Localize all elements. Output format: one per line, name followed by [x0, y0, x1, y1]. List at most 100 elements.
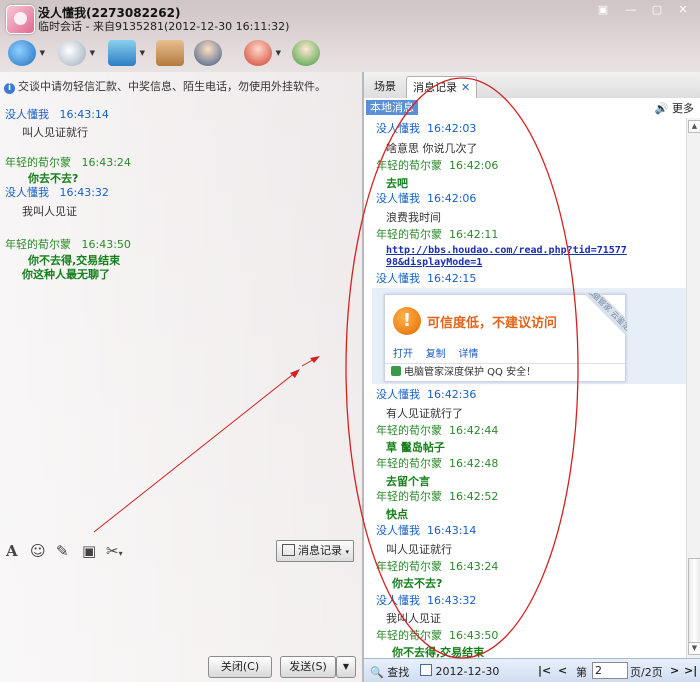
speaker-icon: 🔊	[654, 102, 669, 115]
history-header: 没人懂我 16:43:32	[376, 594, 477, 607]
url-warning-card: ! 可信度低，不建议访问 打开 复制 详情 电脑管家深度保护 QQ 安全！ 电脑…	[384, 293, 627, 382]
send-options-button[interactable]: ▼	[336, 656, 356, 678]
warning-actions: 打开 复制 详情	[393, 345, 478, 360]
message-header: 年轻的荀尔蒙 16:43:24	[5, 156, 131, 169]
scroll-thumb[interactable]	[688, 558, 700, 650]
close-button[interactable]: 关闭(C)	[208, 656, 272, 678]
message-text: 我叫人见证	[22, 205, 77, 218]
voice-call-icon[interactable]: ▼	[58, 40, 95, 66]
history-text: 去吧	[386, 177, 408, 190]
history-list[interactable]: 没人懂我 16:42:03 啥意思 你说几次了 年轻的荀尔蒙 16:42:06 …	[364, 118, 686, 648]
cloud-verify-ribbon: 电脑管家 云鉴定	[583, 293, 627, 337]
session-info: 临时会话 - 来自9135281(2012-12-30 16:11:32)	[38, 20, 290, 33]
copy-link[interactable]: 复制	[426, 349, 446, 360]
search-button[interactable]: 🔍 查找	[370, 664, 409, 680]
clock-icon	[282, 544, 295, 556]
local-message-tag[interactable]: 本地消息	[366, 100, 418, 115]
add-friend-icon[interactable]	[292, 40, 320, 66]
warning-icon: !	[393, 307, 421, 335]
page-prefix: 第	[576, 666, 587, 679]
video-call-icon[interactable]: ▼	[8, 40, 45, 66]
history-header: 没人懂我 16:42:06	[376, 192, 477, 205]
history-scrollbar[interactable]: ▲ ▼	[686, 118, 700, 658]
history-text: 我叫人见证	[386, 612, 441, 625]
mail-icon[interactable]	[156, 40, 184, 66]
history-header: 年轻的荀尔蒙 16:42:11	[376, 228, 499, 241]
message-record-button[interactable]: 消息记录 ▾	[276, 540, 354, 562]
tab-message-record[interactable]: 消息记录 ✕	[406, 76, 478, 99]
send-button[interactable]: 发送(S)	[280, 656, 336, 678]
message-record-label: 消息记录	[298, 544, 342, 557]
history-link[interactable]: http://bbs.houdao.com/read.php?tid=71577	[386, 245, 627, 256]
qq-chat-window: 没人懂我(2273082262) 临时会话 - 来自9135281(2012-1…	[0, 0, 700, 682]
tab-scene[interactable]: 场景	[368, 76, 402, 97]
side-tabs: 场景 消息记录 ✕	[364, 72, 700, 99]
message-header: 没人懂我 16:43:32	[5, 186, 109, 199]
local-message-bar: 本地消息 🔊 更多	[364, 98, 700, 118]
font-icon[interactable]: A	[6, 542, 18, 560]
block-user-icon[interactable]: ▼	[244, 40, 281, 66]
title-bar: 没人懂我(2273082262) 临时会话 - 来自9135281(2012-1…	[0, 0, 700, 72]
edit-icon[interactable]: ✎	[56, 542, 69, 560]
history-header: 年轻的荀尔蒙 16:43:50	[376, 629, 499, 642]
input-toolbar: A ☺ ✎ ▣ ✂▾ 消息记录 ▾	[0, 540, 362, 564]
history-text: 叫人见证就行	[386, 543, 452, 556]
prev-page-icon[interactable]: <	[558, 664, 567, 677]
history-text: 啥意思 你说几次了	[386, 142, 478, 155]
security-notice: i 交谈中请勿轻信汇款、中奖信息、陌生电话，勿使用外挂软件。	[4, 78, 326, 94]
history-nav-bar: 🔍 查找 2012-12-30 |< < 第 2 页/2页 > >|	[364, 658, 700, 682]
minimize-button[interactable]: —	[620, 2, 642, 17]
history-header: 年轻的荀尔蒙 16:42:06	[376, 159, 499, 172]
scroll-up-icon[interactable]: ▲	[688, 120, 700, 133]
message-input[interactable]	[0, 566, 362, 646]
image-icon[interactable]: ▣	[82, 542, 96, 560]
info-icon: i	[4, 83, 15, 94]
calendar-icon	[420, 664, 432, 676]
skin-button[interactable]: ▣	[592, 2, 614, 17]
message-text: 叫人见证就行	[22, 126, 88, 139]
warning-title: 可信度低，不建议访问	[427, 316, 558, 331]
history-text: 快点	[386, 508, 408, 521]
history-header: 年轻的荀尔蒙 16:43:24	[376, 560, 499, 573]
date-picker[interactable]: 2012-12-30	[420, 664, 499, 678]
message-display[interactable]: 没人懂我 16:43:14 叫人见证就行 年轻的荀尔蒙 16:43:24 你去不…	[0, 100, 362, 530]
history-pane: 场景 消息记录 ✕ 本地消息 🔊 更多 没人懂我 16:42:03 啥意思 你说几…	[364, 72, 700, 682]
message-header: 年轻的荀尔蒙 16:43:50	[5, 238, 131, 251]
message-text: 你这种人最无聊了	[22, 268, 110, 281]
contact-avatar[interactable]	[6, 5, 35, 34]
search-icon: 🔍	[370, 666, 384, 679]
history-text: 有人见证就行了	[386, 407, 463, 420]
history-text: 你去不去?	[392, 577, 443, 590]
maximize-button[interactable]: ▢	[646, 2, 668, 17]
screenshot-icon[interactable]: ✂▾	[106, 542, 123, 560]
file-transfer-icon[interactable]: ▼	[108, 40, 145, 66]
first-page-icon[interactable]: |<	[538, 664, 551, 677]
warning-footer: 电脑管家深度保护 QQ 安全！	[385, 363, 625, 382]
close-window-button[interactable]: ✕	[672, 2, 694, 17]
scroll-down-icon[interactable]: ▼	[688, 642, 700, 655]
close-tab-icon[interactable]: ✕	[461, 81, 470, 94]
message-header: 没人懂我 16:43:14	[5, 108, 109, 121]
emoji-icon[interactable]: ☺	[30, 542, 46, 560]
history-header: 年轻的荀尔蒙 16:42:52	[376, 490, 499, 503]
history-header: 没人懂我 16:42:15	[376, 272, 477, 285]
more-button[interactable]: 🔊 更多	[655, 100, 694, 116]
last-page-icon[interactable]: >|	[684, 664, 697, 677]
history-text: 浪费我时间	[386, 211, 441, 224]
history-header: 年轻的荀尔蒙 16:42:44	[376, 424, 499, 437]
history-link-cont[interactable]: 98&displayMode=1	[386, 257, 482, 268]
shield-icon	[391, 366, 401, 376]
chat-pane: i 交谈中请勿轻信汇款、中奖信息、陌生电话，勿使用外挂软件。 没人懂我 16:43…	[0, 72, 362, 682]
remote-assist-icon[interactable]	[194, 40, 222, 66]
tab-label: 消息记录	[413, 81, 457, 94]
open-link[interactable]: 打开	[393, 349, 413, 360]
page-suffix: 页/2页	[630, 666, 663, 679]
history-header: 没人懂我 16:42:36	[376, 388, 477, 401]
details-link[interactable]: 详情	[458, 349, 478, 360]
next-page-icon[interactable]: >	[670, 664, 679, 677]
history-text: 草 鬣岛帖子	[386, 441, 445, 454]
page-number-input[interactable]: 2	[592, 662, 628, 679]
history-header: 没人懂我 16:43:14	[376, 524, 477, 537]
history-header: 年轻的荀尔蒙 16:42:48	[376, 457, 499, 470]
history-text: 去留个言	[386, 475, 430, 488]
